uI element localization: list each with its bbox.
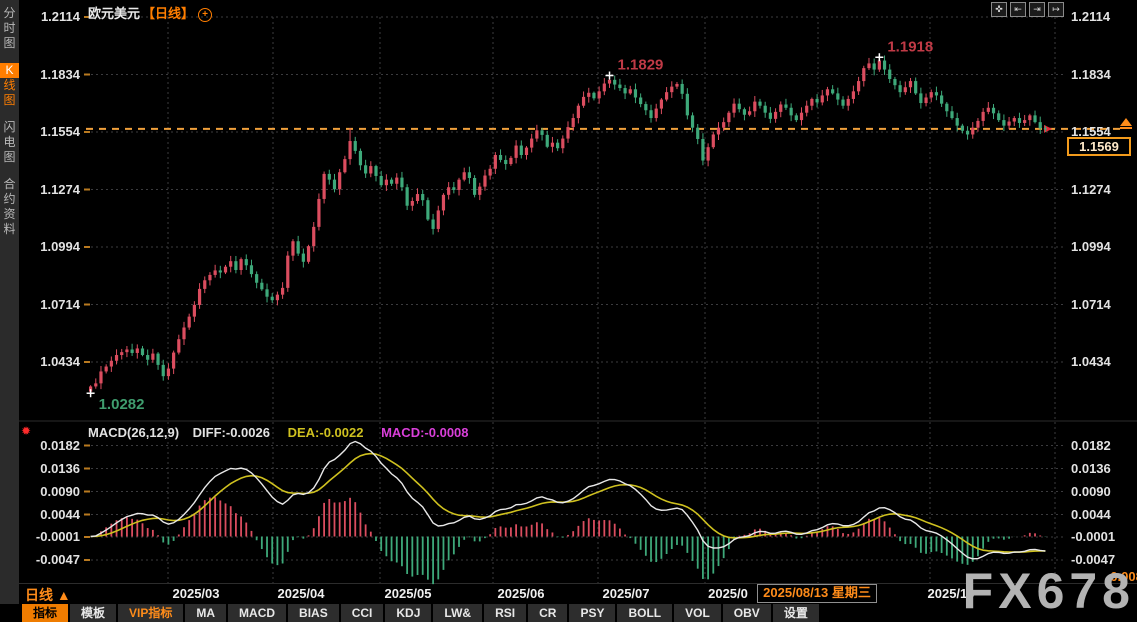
tab-PSY[interactable]: PSY (569, 604, 615, 622)
sidebar-char: 料 (0, 222, 19, 237)
left-price-axis: 1.2114 1.1834 1.1554 1.1274 1.0994 1.0714 1.04… (28, 0, 80, 600)
indicator-alert-icon[interactable]: ✹ (21, 424, 31, 438)
macd-params: MACD(26,12,9) (88, 425, 179, 440)
crosshair-icon[interactable]: ✜ (991, 2, 1007, 17)
axis-left-icon[interactable]: ⇤ (1010, 2, 1026, 17)
period-arrow-icon: ▲ (57, 587, 71, 603)
axis-label: 1.2114 (41, 9, 80, 24)
price-annotation: 1.1829 (618, 57, 664, 74)
tab-指标[interactable]: 指标 (22, 604, 68, 622)
last-price-tag: 1.1569 (1067, 137, 1131, 156)
month-label: 2025/05 (385, 586, 432, 601)
axis-label: -0.0001 (36, 529, 80, 544)
chart-toolbar: ✜⇤⇥↦ (991, 2, 1064, 17)
sidebar-char: 分 (0, 6, 19, 21)
chart-type-sidebar: 分时图K线图闪电图合约资料 (0, 0, 19, 604)
period-selector[interactable]: 日线 ▲ (25, 585, 71, 605)
fx678-chart-window: 1.18291.19181.0282 分时图K线图闪电图合约资料 欧元美元【日线… (0, 0, 1137, 622)
axis-right-icon[interactable]: ⇥ (1029, 2, 1045, 17)
axis-label: 0.0182 (1071, 438, 1111, 453)
sidebar-char: 闪 (0, 120, 19, 135)
macd-series[interactable] (91, 442, 1046, 585)
axis-label: 0.0044 (40, 507, 80, 522)
month-label: 2025/06 (498, 586, 545, 601)
sidebar-item-合约资料[interactable]: 合约资料 (0, 171, 19, 243)
tab-BOLL[interactable]: BOLL (617, 604, 672, 622)
sidebar-item-闪电图[interactable]: 闪电图 (0, 114, 19, 171)
tab-模板[interactable]: 模板 (70, 604, 116, 622)
price-annotation: 1.1918 (887, 38, 933, 55)
swing-annotations: 1.1829 1.1918 1.0282 (87, 38, 934, 413)
axis-label: 0.0044 (1071, 507, 1111, 522)
latest-triangle (1120, 118, 1132, 126)
add-indicator-icon[interactable]: + (198, 8, 212, 22)
month-label: 2025/0 (708, 586, 748, 601)
axis-label: 1.1274 (40, 182, 80, 197)
sidebar-char: 图 (0, 150, 19, 165)
axis-label: 1.1834 (40, 67, 80, 82)
sidebar-char: 资 (0, 207, 19, 222)
axis-label: 1.0714 (40, 297, 80, 312)
sidebar-char: 图 (0, 36, 19, 51)
axis-label: -0.0047 (36, 552, 80, 567)
axis-label: 0.0090 (40, 484, 80, 499)
axis-label: 1.0434 (40, 354, 80, 369)
tab-VIP指标[interactable]: VIP指标 (118, 604, 183, 622)
axis-label: 1.0994 (40, 239, 80, 254)
tab-KDJ[interactable]: KDJ (385, 604, 431, 622)
sidebar-char: 图 (0, 93, 19, 108)
pan-right-icon[interactable]: ↦ (1048, 2, 1064, 17)
candlestick-series[interactable] (89, 56, 1047, 394)
tab-BIAS[interactable]: BIAS (288, 604, 339, 622)
scroll-to-latest-icon[interactable] (1119, 118, 1133, 131)
sidebar-char: 线 (0, 78, 19, 93)
fx678-watermark: FX678 (963, 566, 1135, 616)
axis-label: 0.0182 (40, 438, 80, 453)
instrument-title: 欧元美元【日线】 + (88, 3, 212, 22)
sidebar-char: K (0, 63, 19, 78)
sidebar-item-K线图[interactable]: K线图 (0, 57, 19, 114)
period-label: 【日线】 (142, 6, 194, 21)
tab-CR[interactable]: CR (528, 604, 567, 622)
month-label: 2025/04 (278, 586, 325, 601)
sidebar-char: 约 (0, 192, 19, 207)
tab-VOL[interactable]: VOL (674, 604, 721, 622)
axis-label: 1.1554 (40, 124, 80, 139)
macd-bar-value: MACD:-0.0008 (381, 425, 468, 440)
sidebar-char: 电 (0, 135, 19, 150)
tab-CCI[interactable]: CCI (341, 604, 384, 622)
sidebar-item-分时图[interactable]: 分时图 (0, 0, 19, 57)
tab-RSI[interactable]: RSI (484, 604, 526, 622)
month-label: 2025/07 (603, 586, 650, 601)
axis-label: 0.0136 (1071, 461, 1111, 476)
axis-label: 1.0434 (1071, 354, 1111, 369)
sidebar-char: 合 (0, 177, 19, 192)
macd-indicator-header: MACD(26,12,9) DIFF:-0.0026 DEA:-0.0022 M… (88, 425, 469, 440)
crosshair-date-tooltip: 2025/08/13 星期三 (757, 584, 877, 603)
macd-diff-value: DIFF:-0.0026 (193, 425, 270, 440)
tab-LW&[interactable]: LW& (433, 604, 482, 622)
axis-label: 1.2114 (1071, 9, 1110, 24)
axis-label: 0.0136 (40, 461, 80, 476)
latest-bar (1120, 127, 1132, 129)
macd-dea-value: DEA:-0.0022 (288, 425, 364, 440)
right-price-axis: 1.21141.18341.15541.12741.09941.07141.04… (1071, 0, 1135, 600)
sidebar-char: 时 (0, 21, 19, 36)
axis-label: 1.1274 (1071, 182, 1111, 197)
chart-canvas[interactable]: 1.1829 1.1918 1.0282 (0, 0, 1137, 622)
axis-label: 0.0090 (1071, 484, 1111, 499)
axis-label: 1.1834 (1071, 67, 1111, 82)
tab-MA[interactable]: MA (185, 604, 226, 622)
month-label: 2025/03 (173, 586, 220, 601)
price-annotation: 1.0282 (99, 396, 145, 413)
symbol-name: 欧元美元 (88, 6, 140, 21)
axis-label: 1.0714 (1071, 297, 1111, 312)
tab-OBV[interactable]: OBV (723, 604, 771, 622)
tab-设置[interactable]: 设置 (773, 604, 819, 622)
axis-label: -0.0001 (1071, 529, 1115, 544)
gridlines (19, 17, 1137, 584)
axis-label: 1.0994 (1071, 239, 1111, 254)
tab-MACD[interactable]: MACD (228, 604, 286, 622)
axis-ticks (84, 17, 90, 560)
